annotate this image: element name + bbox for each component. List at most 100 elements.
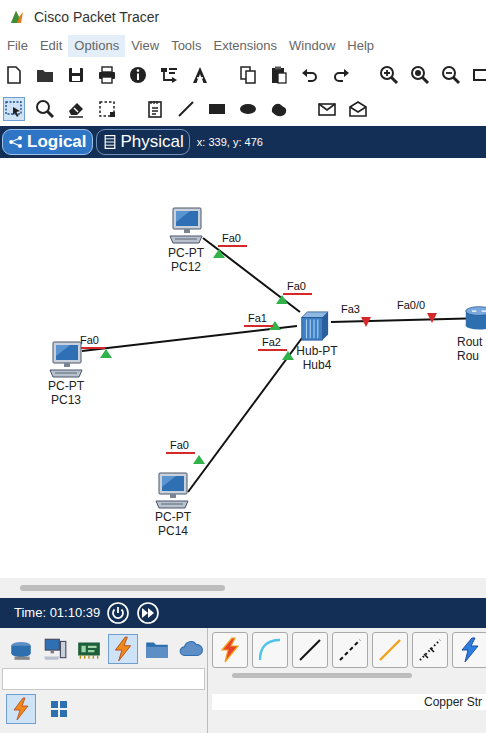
device-model: PC-PT [155,510,191,524]
link-status-icon [361,317,371,327]
app-logo-icon [8,8,26,26]
link-status-icon [427,313,437,323]
paste-icon[interactable] [268,63,290,87]
port-label: Fa2 [258,336,287,351]
menu-item[interactable]: Options [68,35,125,57]
device-filter-box[interactable] [2,668,205,690]
power-cycle-icon[interactable] [106,601,130,625]
main-toolbar [0,58,486,92]
ethernet-link[interactable] [188,338,302,492]
menu-item[interactable]: Help [341,35,380,57]
grid-icon[interactable] [44,694,74,724]
link-status-icon [213,249,225,258]
select-icon[interactable] [3,97,25,121]
components-icon[interactable] [74,634,104,664]
connection-types [212,632,486,668]
misc-folder-icon[interactable] [142,634,172,664]
physical-view-icon [102,134,118,150]
zoom-in-icon[interactable] [378,63,400,87]
console-cable-icon[interactable] [252,632,288,668]
zoom-out-icon[interactable] [440,63,462,87]
menu-item[interactable]: Tools [165,35,207,57]
window-title: Cisco Packet Tracer [34,7,159,28]
pc-icon[interactable] [166,206,206,246]
pc-icon[interactable] [46,340,86,380]
device-name: Hub4 [303,358,332,372]
ethernet-link[interactable] [203,238,300,312]
save-icon[interactable] [65,63,87,87]
open-folder-icon[interactable] [34,63,56,87]
line-icon[interactable] [175,97,197,121]
pc-icon[interactable] [152,471,192,511]
device-subcategories [2,694,205,724]
resize-icon[interactable] [96,97,118,121]
port-label: Fa0 [218,232,247,247]
link-status-icon [276,295,288,304]
print-icon[interactable] [96,63,118,87]
connections-icon[interactable] [108,634,138,664]
menu-item[interactable]: View [125,35,165,57]
delete-icon[interactable] [65,97,87,121]
multiuser-cloud-icon[interactable] [176,634,206,664]
device-name: Rou [457,349,479,363]
phone-cable-icon[interactable] [412,632,448,668]
port-label: Fa1 [244,312,273,327]
link-layer [0,158,486,578]
device-name: PC12 [171,260,201,274]
workspace-tab[interactable]: Logical [2,129,93,155]
viewport-icon[interactable] [471,63,486,87]
redo-icon[interactable] [330,63,352,87]
connections-icon[interactable] [6,694,36,724]
automatic-connection-icon[interactable] [212,632,248,668]
zoom-reset-icon[interactable] [409,63,431,87]
router-icon[interactable] [462,304,486,334]
fast-forward-icon[interactable] [136,601,160,625]
workspace-tab[interactable]: Physical [96,129,190,155]
tab-label: Logical [27,129,87,155]
link-status-icon [193,455,205,464]
connection-scrollbar[interactable] [212,668,486,682]
scroll-thumb[interactable] [20,585,225,591]
tab-label: Physical [121,129,184,155]
complex-pdu-icon[interactable] [347,97,369,121]
copper-straight-icon[interactable] [292,632,328,668]
copy-icon[interactable] [237,63,259,87]
ethernet-link[interactable] [82,326,297,351]
freeform-icon[interactable] [268,97,290,121]
menu-item[interactable]: File [1,35,34,57]
fiber-icon[interactable] [372,632,408,668]
note-icon[interactable] [144,97,166,121]
logical-canvas[interactable]: Fa0Fa0Fa0Fa1Fa0Fa2Fa3Fa0/0PC-PTPC12PC-PT… [0,158,486,578]
menu-item[interactable]: Edit [34,35,68,57]
edit-toolbar [0,92,486,126]
network-devices-icon[interactable] [6,634,36,664]
hub-icon[interactable] [297,310,331,342]
port-label: Fa0 [283,280,312,295]
undo-icon[interactable] [299,63,321,87]
info-icon[interactable] [127,63,149,87]
connection-panel: Copper Str [208,628,486,733]
menu-item[interactable]: Window [283,35,341,57]
port-label: Fa0 [166,439,195,454]
scroll-thumb[interactable] [232,673,412,678]
inspect-icon[interactable] [34,97,56,121]
new-file-icon[interactable] [3,63,25,87]
coaxial-icon[interactable] [452,632,486,668]
end-devices-icon[interactable] [40,634,70,664]
ellipse-icon[interactable] [237,97,259,121]
cursor-coordinates: x: 339, y: 476 [197,134,263,151]
ethernet-link[interactable] [331,318,486,322]
network-wizard-icon[interactable] [158,63,180,87]
rectangle-icon[interactable] [206,97,228,121]
activity-wizard-icon[interactable] [189,63,211,87]
workspace-tabs: Logical Physical x: 339, y: 476 [0,126,486,158]
device-type-panel [0,628,208,733]
device-model: Rout [457,335,482,349]
canvas-scrollbar[interactable] [0,578,486,598]
logical-view-icon [8,134,24,150]
copper-cross-icon[interactable] [332,632,368,668]
menu-item[interactable]: Extensions [207,35,283,57]
connection-hint: Copper Str [212,694,486,710]
device-panel: Copper Str [0,628,486,733]
simple-pdu-icon[interactable] [316,97,338,121]
